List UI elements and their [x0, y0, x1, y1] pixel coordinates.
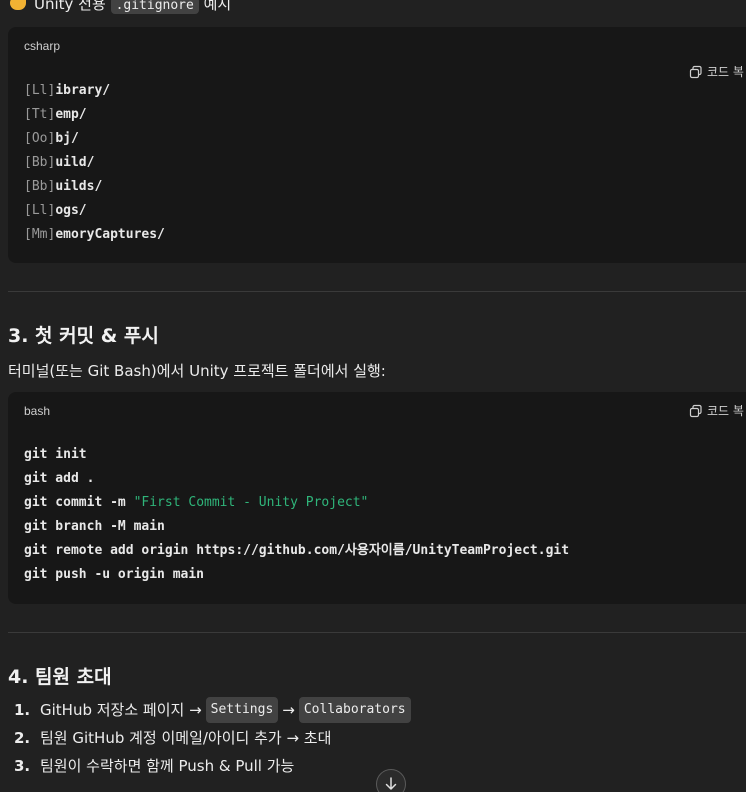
arrow-down-icon: [385, 777, 397, 790]
code-line: [Bb]uild/: [24, 155, 95, 170]
section-divider: [8, 291, 746, 292]
code-line: git init: [24, 447, 87, 462]
copy-code-label: 코드 복: [707, 65, 744, 79]
code-language-label: csharp: [24, 39, 61, 53]
code-language-label: bash: [24, 404, 51, 418]
copy-icon: [689, 65, 702, 78]
code-line: git commit -m "First Commit - Unity Proj…: [24, 495, 369, 510]
copy-icon: [689, 404, 702, 417]
intro-prefix: Unity 전용: [34, 0, 106, 13]
code-line: [Ll]ogs/: [24, 203, 87, 218]
code-lines: git init git add . git commit -m "First Co…: [24, 443, 569, 587]
invite-steps-list: 1. GitHub 저장소 페이지 → Settings → Collabora…: [14, 696, 415, 780]
section-heading-4: 4. 팀원 초대: [8, 666, 112, 688]
chat-page: Unity 전용 .gitignore 예시 csharp 코드 복 [Ll]i…: [0, 0, 746, 792]
list-item: 1. GitHub 저장소 페이지 → Settings → Collabora…: [14, 696, 415, 724]
inline-code-settings: Settings: [205, 697, 279, 723]
section-divider: [8, 632, 746, 633]
code-lines: [Ll]ibrary/ [Tt]emp/ [Oo]bj/ [Bb]uild/ [Bb]u…: [24, 79, 165, 247]
copy-code-label: 코드 복: [707, 404, 744, 418]
code-line: git branch -M main: [24, 519, 165, 534]
section-3-description: 터미널(또는 Git Bash)에서 Unity 프로젝트 폴더에서 실행:: [8, 362, 386, 380]
section-heading-3: 3. 첫 커밋 & 푸시: [8, 325, 159, 347]
scroll-to-bottom-button[interactable]: [376, 769, 406, 792]
code-line: [Mm]emoryCaptures/: [24, 227, 165, 242]
copy-code-button[interactable]: 코드 복: [689, 63, 744, 80]
pointing-hand-icon: [10, 0, 26, 10]
code-line: [Oo]bj/: [24, 131, 79, 146]
code-line: git remote add origin https://github.com…: [24, 543, 570, 558]
inline-code-collaborators: Collaborators: [298, 697, 411, 723]
code-line: [Bb]uilds/: [24, 179, 103, 194]
code-line: [Tt]emp/: [24, 107, 87, 122]
copy-code-button[interactable]: 코드 복: [689, 402, 744, 419]
code-block-bash: bash 코드 복 git init git add . git commit -m…: [8, 392, 746, 604]
intro-inline-code: .gitignore: [110, 0, 199, 14]
list-item: 2. 팀원 GitHub 계정 이메일/아이디 추가 → 초대: [14, 729, 332, 747]
list-item: 3. 팀원이 수락하면 함께 Push & Pull 가능: [14, 757, 295, 775]
code-block-csharp: csharp 코드 복 [Ll]ibrary/ [Tt]emp/ [Oo]bj/ [B…: [8, 27, 746, 263]
code-line: git add .: [24, 471, 95, 486]
code-line: git push -u origin main: [24, 567, 205, 582]
intro-line: Unity 전용 .gitignore 예시: [10, 0, 231, 16]
intro-suffix: 예시: [203, 0, 232, 13]
code-line: [Ll]ibrary/: [24, 83, 111, 98]
